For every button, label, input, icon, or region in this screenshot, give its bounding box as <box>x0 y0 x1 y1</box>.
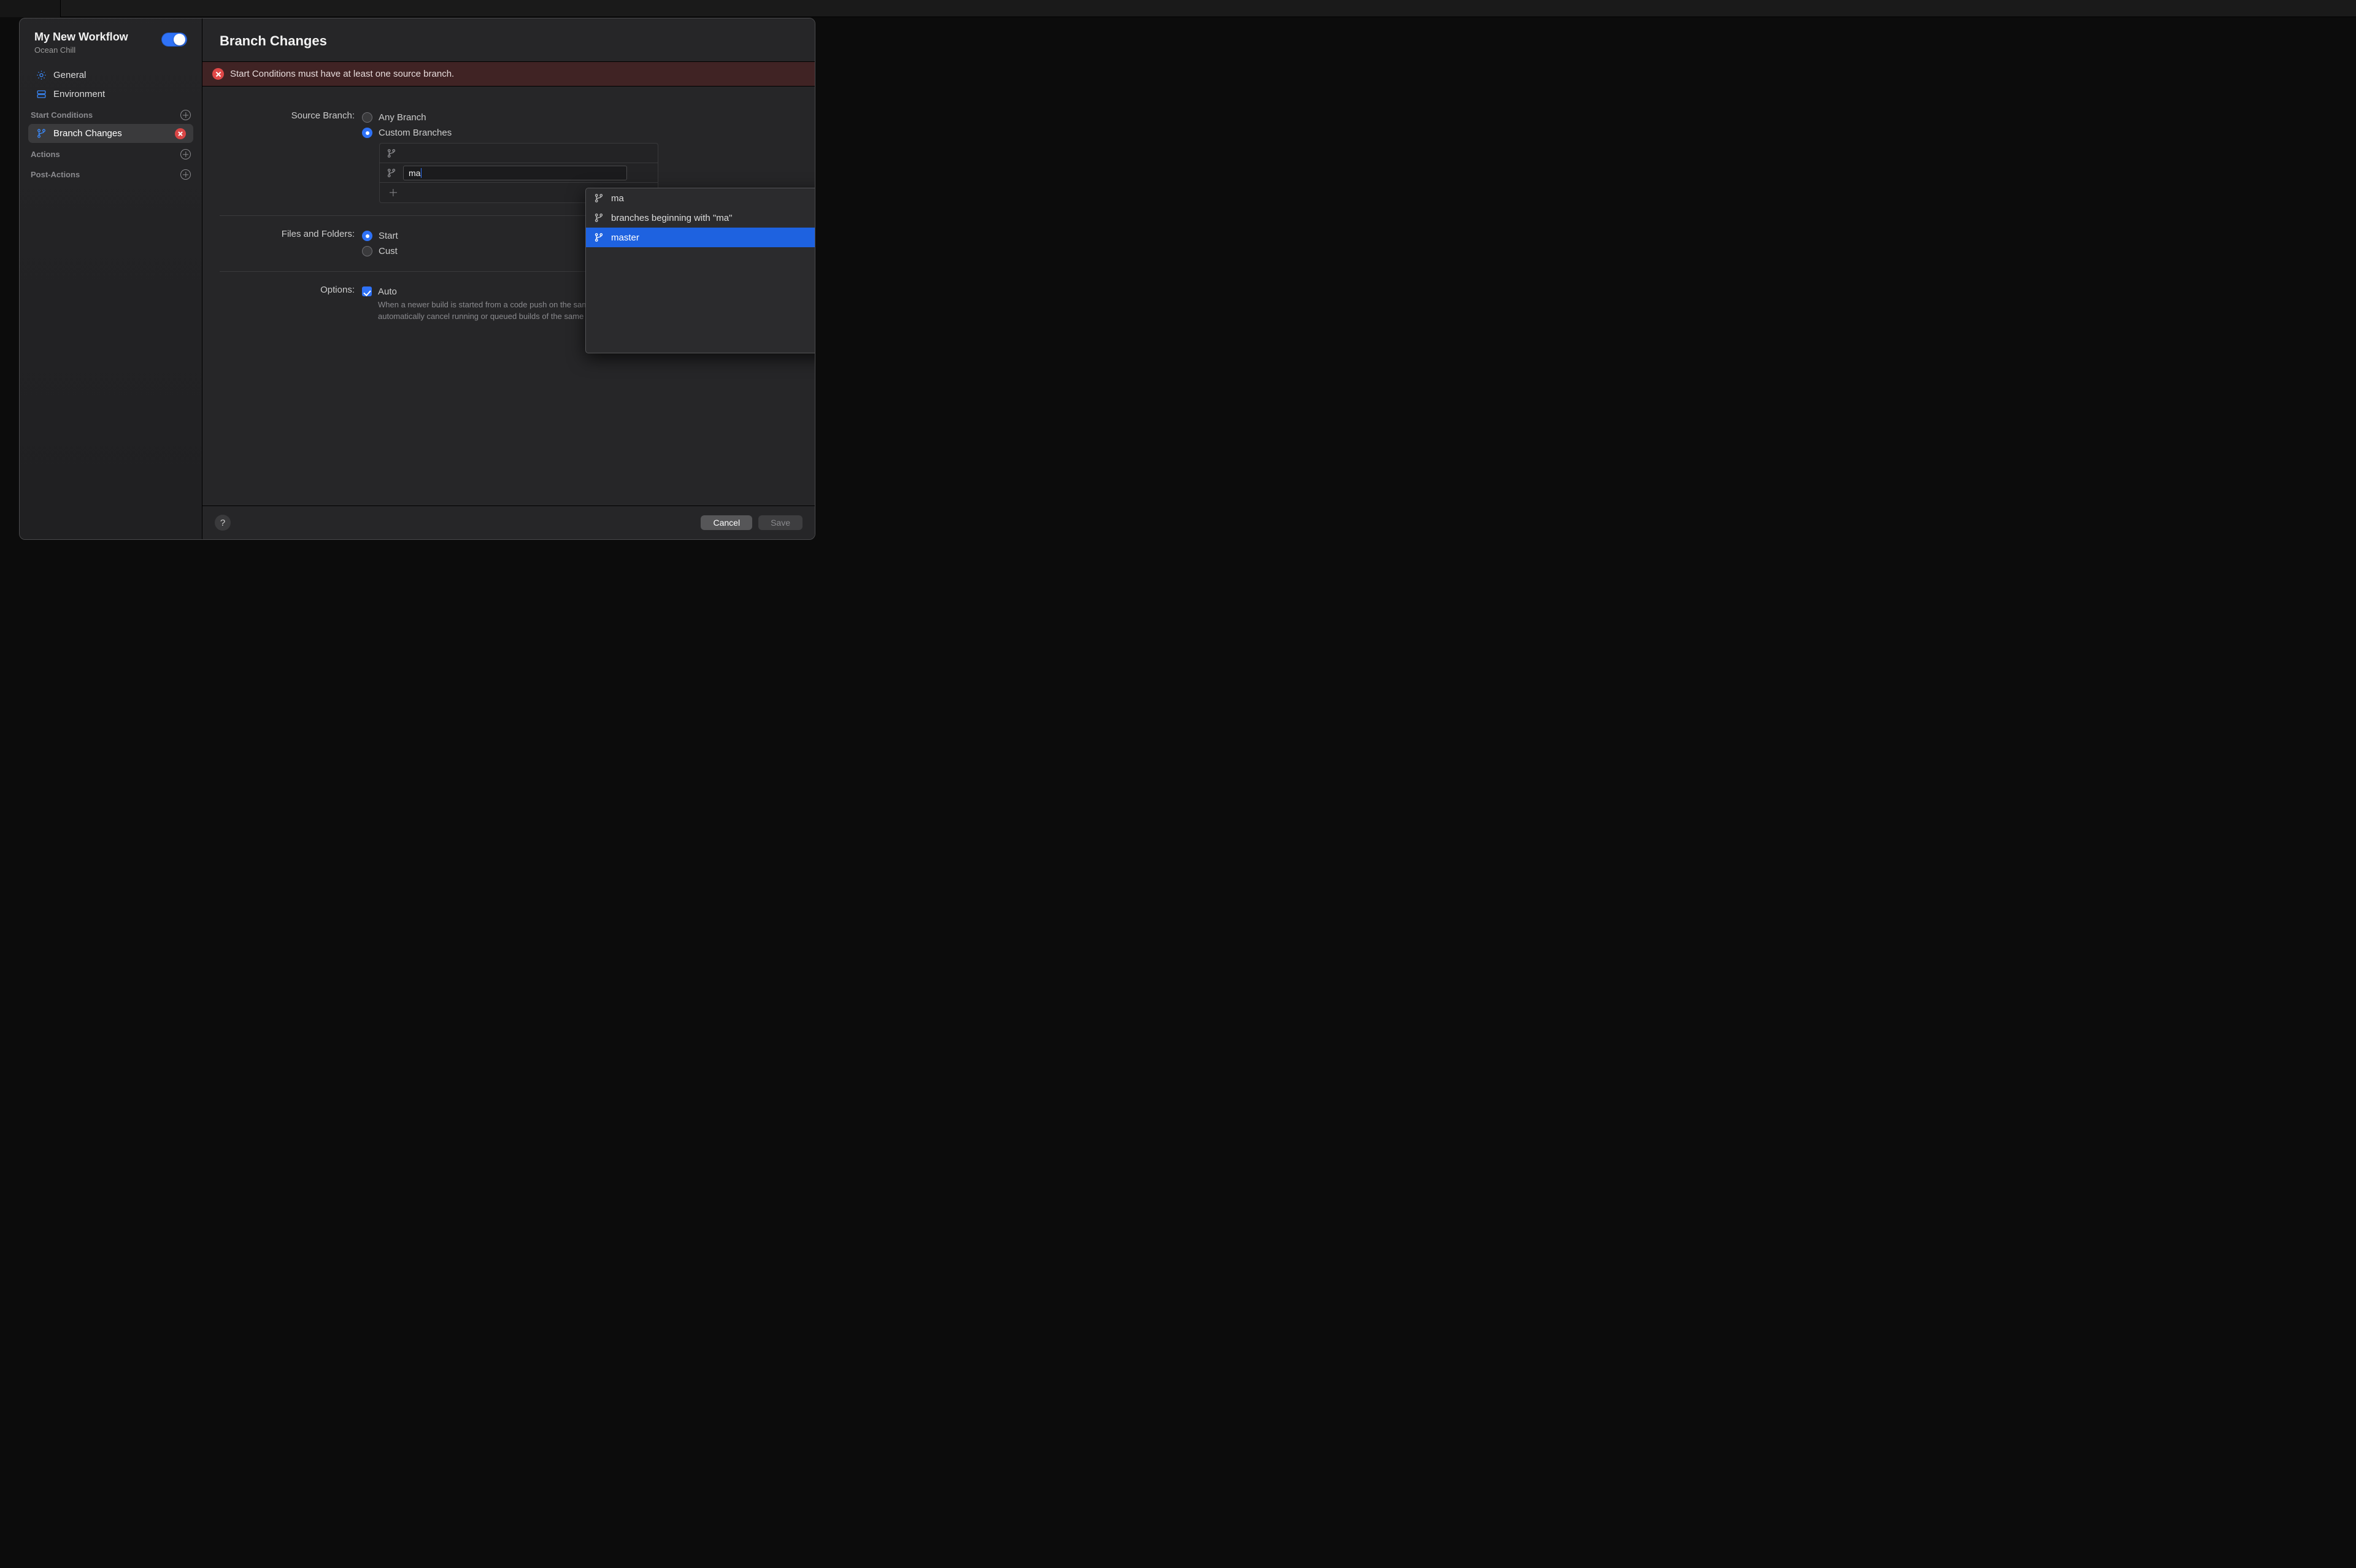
option-label: ma <box>611 193 624 204</box>
add-action-button[interactable] <box>180 149 191 159</box>
options-label: Options: <box>220 284 355 295</box>
autocomplete-option-master[interactable]: master <box>586 228 815 247</box>
form-content: Source Branch: Any Branch Custom Branche… <box>202 86 815 505</box>
option-label: branches beginning with "ma" <box>611 213 732 223</box>
workflow-title: My New Workflow <box>34 31 128 44</box>
sidebar-item-label: General <box>53 70 86 80</box>
branch-entry-input-row: ma <box>380 163 658 183</box>
server-icon <box>36 88 47 100</box>
workflow-subtitle: Ocean Chill <box>34 45 128 55</box>
option-label: Auto <box>378 286 397 297</box>
branch-icon <box>386 148 397 159</box>
error-icon <box>212 68 224 80</box>
sidebar-item-general[interactable]: General <box>28 66 193 85</box>
files-folders-label: Files and Folders: <box>220 228 355 239</box>
section-label: Actions <box>31 150 60 159</box>
source-branch-label: Source Branch: <box>220 110 355 121</box>
branch-autocomplete-dropdown: ma branches beginning with "ma" master <box>585 188 815 353</box>
help-button[interactable]: ? <box>215 515 231 531</box>
dropdown-empty-space <box>586 247 815 353</box>
radio-custom-branches[interactable]: Custom Branches <box>362 125 798 140</box>
section-actions: Actions <box>28 143 193 163</box>
add-post-action-button[interactable] <box>180 169 191 180</box>
radio-label: Custom Branches <box>379 128 452 138</box>
checkbox-auto-cancel[interactable] <box>362 286 372 296</box>
branch-icon <box>593 193 604 204</box>
topbar-left-region <box>0 0 61 17</box>
sidebar: My New Workflow Ocean Chill General Envi… <box>20 18 202 539</box>
radio-label: Any Branch <box>379 112 426 123</box>
section-label: Start Conditions <box>31 110 93 120</box>
branch-input-text: ma <box>409 168 422 178</box>
section-start-conditions: Start Conditions <box>28 104 193 124</box>
plus-icon <box>388 187 399 198</box>
branch-icon <box>36 128 47 139</box>
branch-entry-empty[interactable] <box>380 144 658 163</box>
page-title: Branch Changes <box>202 18 815 62</box>
radio-indicator <box>362 246 372 256</box>
footer-bar: ? Cancel Save <box>202 505 815 539</box>
radio-label: Start <box>379 231 398 241</box>
radio-indicator <box>362 112 372 123</box>
workflow-enabled-toggle[interactable] <box>161 33 187 47</box>
radio-indicator <box>362 231 372 241</box>
branch-name-input[interactable]: ma <box>403 166 627 180</box>
autocomplete-option-beginning-ma[interactable]: branches beginning with "ma" <box>586 208 815 228</box>
branch-icon <box>386 167 397 179</box>
save-button[interactable]: Save <box>758 515 803 530</box>
sidebar-title-block: My New Workflow Ocean Chill <box>34 31 128 55</box>
app-topbar <box>0 0 2356 17</box>
sidebar-item-environment[interactable]: Environment <box>28 85 193 104</box>
section-post-actions: Post-Actions <box>28 163 193 183</box>
add-start-condition-button[interactable] <box>180 110 191 120</box>
option-label: master <box>611 233 639 243</box>
section-label: Post-Actions <box>31 170 80 179</box>
main-panel: Branch Changes Start Conditions must hav… <box>202 18 815 539</box>
sidebar-item-branch-changes[interactable]: Branch Changes <box>28 124 193 143</box>
gear-icon <box>36 69 47 81</box>
branch-icon <box>593 212 604 223</box>
radio-indicator <box>362 128 372 138</box>
radio-any-branch[interactable]: Any Branch <box>362 110 798 125</box>
sidebar-item-label: Branch Changes <box>53 128 122 139</box>
branch-icon <box>593 232 604 243</box>
autocomplete-option-ma[interactable]: ma <box>586 188 815 208</box>
remove-branch-changes-button[interactable] <box>175 128 186 139</box>
error-text: Start Conditions must have at least one … <box>230 69 454 79</box>
sidebar-header: My New Workflow Ocean Chill <box>28 27 193 66</box>
error-banner: Start Conditions must have at least one … <box>202 62 815 86</box>
cancel-button[interactable]: Cancel <box>701 515 752 530</box>
radio-label: Cust <box>379 246 398 256</box>
workflow-editor-window: My New Workflow Ocean Chill General Envi… <box>19 18 815 540</box>
sidebar-item-label: Environment <box>53 89 105 99</box>
